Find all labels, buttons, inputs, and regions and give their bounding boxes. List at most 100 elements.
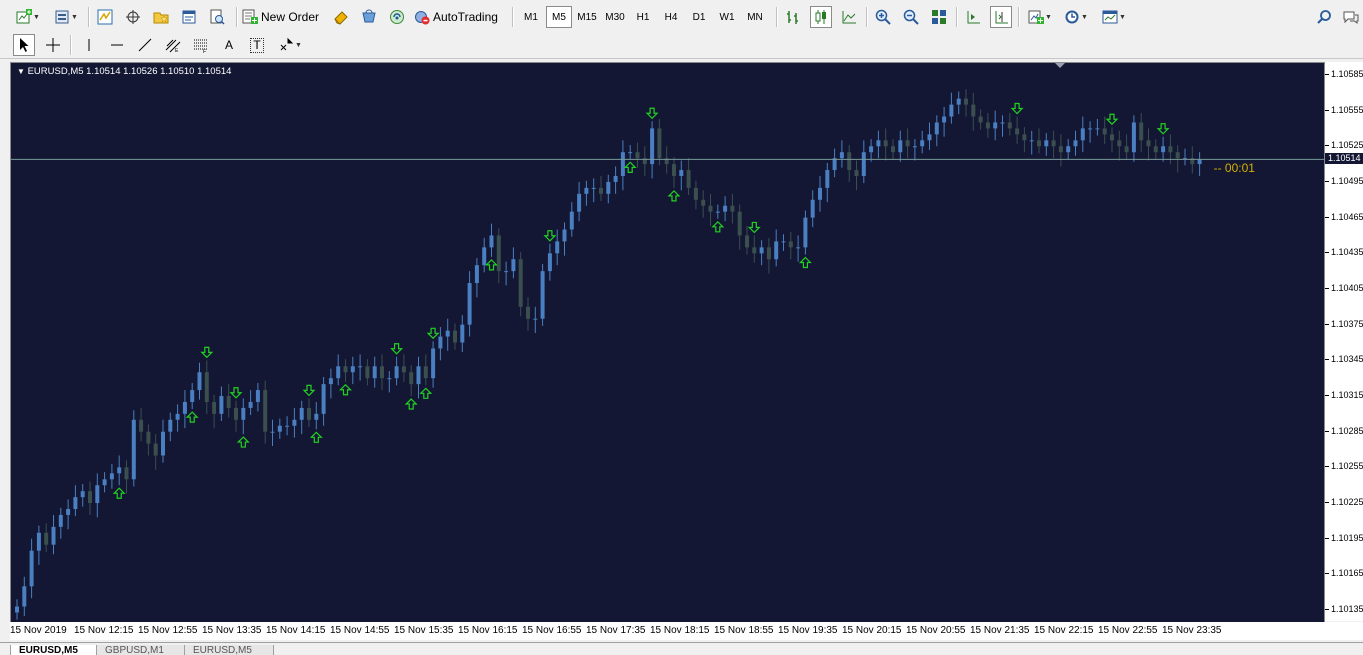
candle-body	[29, 550, 34, 587]
profiles-button[interactable]: ▼	[50, 6, 82, 28]
candle-body	[350, 366, 355, 373]
timeframe-w1-button[interactable]: W1	[714, 6, 740, 28]
horizontal-line-tool-button[interactable]	[106, 34, 128, 56]
candle-body	[708, 205, 713, 212]
chart-menu-arrow-icon[interactable]: ▼	[17, 67, 25, 76]
terminal-button[interactable]	[178, 6, 200, 28]
navigator-icon	[126, 10, 140, 24]
candle-body	[971, 104, 976, 117]
candlesticks-button[interactable]	[810, 6, 832, 28]
time-axis[interactable]: 15 Nov 2019 15 Nov 12:15 15 Nov 12:55 15 No…	[10, 622, 1363, 640]
indicators-button[interactable]: ▼	[1024, 6, 1056, 28]
sell-signal-arrow	[543, 230, 557, 242]
new-order-label: New Order	[261, 10, 320, 24]
buy-signal-arrow	[798, 256, 812, 269]
search-icon	[1317, 10, 1331, 24]
sell-signal-arrow	[1156, 123, 1170, 135]
new-order-button[interactable]: New Order	[242, 6, 326, 28]
signals-button[interactable]	[386, 6, 408, 28]
candle-body	[394, 366, 399, 379]
candle-body	[686, 170, 691, 188]
timeframe-m30-button[interactable]: M30	[602, 6, 628, 28]
timeframe-m1-button[interactable]: M1	[518, 6, 544, 28]
chat-button[interactable]	[1340, 6, 1362, 28]
candle-body	[934, 122, 939, 135]
candle-body	[175, 413, 180, 420]
candlesticks-icon	[815, 10, 826, 24]
buy-signal-arrow	[404, 398, 418, 410]
bar-chart-button[interactable]	[782, 6, 804, 28]
profiles-icon	[55, 10, 69, 24]
time-axis-label: 15 Nov 13:35	[202, 625, 262, 636]
candle-body	[204, 372, 209, 402]
periods-button[interactable]: ▼	[1060, 6, 1092, 28]
cursor-tool-button[interactable]	[13, 34, 35, 56]
price-axis-tick	[1325, 502, 1329, 504]
tile-windows-button[interactable]	[928, 6, 950, 28]
candle-body	[912, 146, 917, 148]
zoom-in-button[interactable]	[872, 6, 894, 28]
signals-icon	[390, 10, 404, 24]
candle-body	[460, 324, 465, 343]
templates-button[interactable]: ▼	[1098, 6, 1130, 28]
market-watch-button[interactable]	[94, 6, 116, 28]
candle-body	[1000, 122, 1005, 124]
candle-body	[58, 514, 63, 527]
fibonacci-tool-button[interactable]: E	[162, 34, 184, 56]
crosshair-tool-button[interactable]	[42, 34, 64, 56]
candle-body	[788, 241, 793, 248]
timeframe-m15-button[interactable]: M15	[574, 6, 600, 28]
favorites-button[interactable]	[150, 6, 172, 28]
time-axis-label: 15 Nov 12:55	[138, 625, 198, 636]
navigator-button[interactable]	[122, 6, 144, 28]
price-axis-tick	[1325, 73, 1329, 75]
candle-body	[577, 193, 582, 212]
price-axis-tick	[1325, 466, 1329, 468]
candle-body	[518, 259, 523, 307]
candle-body	[139, 419, 144, 432]
candle-body	[409, 372, 414, 385]
search-button[interactable]	[1314, 6, 1334, 28]
fibonacci-channel-tool-button[interactable]: F	[190, 34, 212, 56]
svg-text:E: E	[175, 48, 179, 53]
trendline-tool-button[interactable]	[134, 34, 156, 56]
zoom-out-icon	[903, 9, 919, 25]
terminal-icon	[182, 10, 196, 24]
timeframe-d1-button[interactable]: D1	[686, 6, 712, 28]
candle-body	[920, 140, 925, 147]
timeframe-h4-button[interactable]: H4	[658, 6, 684, 28]
chart-plot-area[interactable]: ▼ EURUSD,M5 1.10514 1.10526 1.10510 1.10…	[10, 62, 1325, 623]
candle-body	[474, 265, 479, 284]
candle-body	[124, 467, 129, 480]
candle-body	[197, 372, 202, 391]
timeframe-m5-button[interactable]: M5	[546, 6, 572, 28]
candle-body	[569, 211, 574, 230]
arrows-tool-button[interactable]: ▼	[274, 34, 306, 56]
line-chart-button[interactable]	[838, 6, 860, 28]
price-axis-label: 1.10135	[1331, 604, 1363, 615]
timeframe-mn-button[interactable]: MN	[742, 6, 768, 28]
chart-shift-button[interactable]	[990, 6, 1012, 28]
candle-body	[1044, 140, 1049, 147]
market-button[interactable]	[358, 6, 380, 28]
text-tool-label: A	[224, 38, 233, 52]
time-axis-label: 15 Nov 16:55	[522, 625, 582, 636]
text-label-tool-button[interactable]: T	[246, 34, 268, 56]
chart-symbol-label[interactable]: ▼ EURUSD,M5 1.10514 1.10526 1.10510 1.10…	[17, 66, 231, 77]
candle-body	[898, 140, 903, 153]
chart-window: ▼ EURUSD,M5 1.10514 1.10526 1.10510 1.10…	[8, 60, 1363, 642]
auto-scroll-button[interactable]	[962, 6, 984, 28]
zoom-out-button[interactable]	[900, 6, 922, 28]
text-tool-button[interactable]: A	[218, 34, 240, 56]
metaeditor-button[interactable]	[330, 6, 352, 28]
candle-body	[336, 366, 341, 379]
candle-body	[810, 199, 815, 218]
strategy-tester-button[interactable]	[206, 6, 228, 28]
autotrading-button[interactable]: AutoTrading	[414, 6, 506, 28]
new-chart-button[interactable]: ▼	[12, 6, 44, 28]
candle-body	[1051, 140, 1056, 147]
new-order-icon	[242, 9, 258, 24]
vertical-line-tool-button[interactable]	[78, 34, 100, 56]
timeframe-h1-button[interactable]: H1	[630, 6, 656, 28]
price-axis[interactable]: 1.10585 1.10555 1.10525 1.10495 1.10465 1.104…	[1325, 62, 1363, 621]
